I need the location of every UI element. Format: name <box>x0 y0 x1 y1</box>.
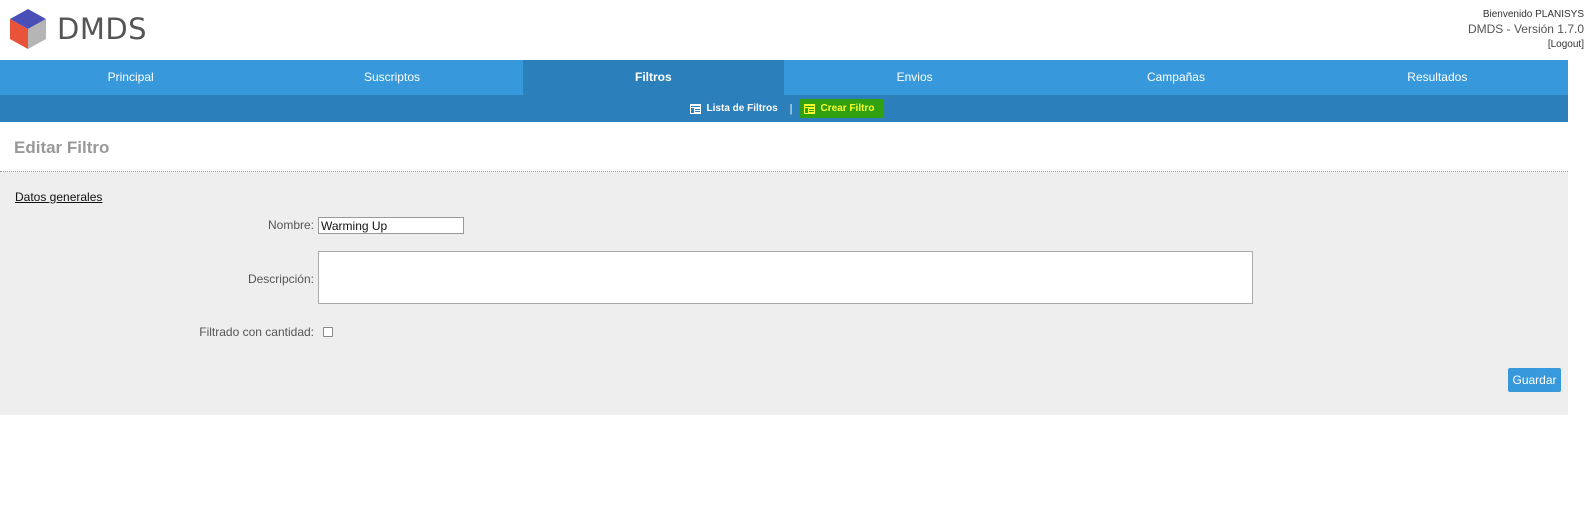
save-button[interactable]: Guardar <box>1508 368 1561 392</box>
dmds-cube-icon <box>10 9 46 49</box>
sub-nav-crear-filtro[interactable]: Crear Filtro <box>798 99 885 118</box>
section-title: Datos generales <box>15 190 103 204</box>
descripcion-label: Descripción: <box>247 272 314 286</box>
user-info: Bienvenido PLANISYS DMDS - Versión 1.7.0… <box>1468 8 1584 51</box>
form-panel: Datos generales Nombre: Descripción: Fil… <box>0 172 1568 415</box>
sub-nav-lista-filtros[interactable]: Lista de Filtros <box>684 100 784 117</box>
page-title: Editar Filtro <box>14 138 110 157</box>
nombre-input[interactable] <box>318 217 464 234</box>
logout-link[interactable]: [Logout] <box>1468 38 1584 51</box>
header: DMDS Bienvenido PLANISYS DMDS - Versión … <box>0 0 1592 60</box>
version-text: DMDS - Versión 1.7.0 <box>1467 22 1584 36</box>
add-filter-icon <box>803 103 815 114</box>
sub-nav-label: Crear Filtro <box>820 103 875 114</box>
descripcion-textarea[interactable] <box>318 251 1253 304</box>
nav-item-principal[interactable]: Principal <box>0 60 261 95</box>
cantidad-label: Filtrado con cantidad: <box>199 325 314 339</box>
nav-item-resultados[interactable]: Resultados <box>1307 60 1568 95</box>
sub-nav-label: Lista de Filtros <box>706 103 778 114</box>
nombre-label: Nombre: <box>267 218 314 232</box>
cantidad-checkbox[interactable] <box>323 327 333 337</box>
nav-item-suscriptos[interactable]: Suscriptos <box>261 60 522 95</box>
sub-nav: Lista de Filtros | Crear Filtro <box>0 95 1568 122</box>
nav-item-campanas[interactable]: Campañas <box>1045 60 1306 95</box>
logo-text: DMDS <box>57 12 148 46</box>
nav-item-envios[interactable]: Envios <box>784 60 1045 95</box>
page-title-bar: Editar Filtro <box>0 122 1568 172</box>
nav-item-filtros[interactable]: Filtros <box>522 60 784 95</box>
logo: DMDS <box>8 7 147 51</box>
welcome-text: Bienvenido PLANISYS <box>1482 9 1584 20</box>
sub-nav-separator: | <box>789 102 793 115</box>
list-icon <box>689 103 701 114</box>
main-nav: Principal Suscriptos Filtros Envios Camp… <box>0 60 1568 95</box>
